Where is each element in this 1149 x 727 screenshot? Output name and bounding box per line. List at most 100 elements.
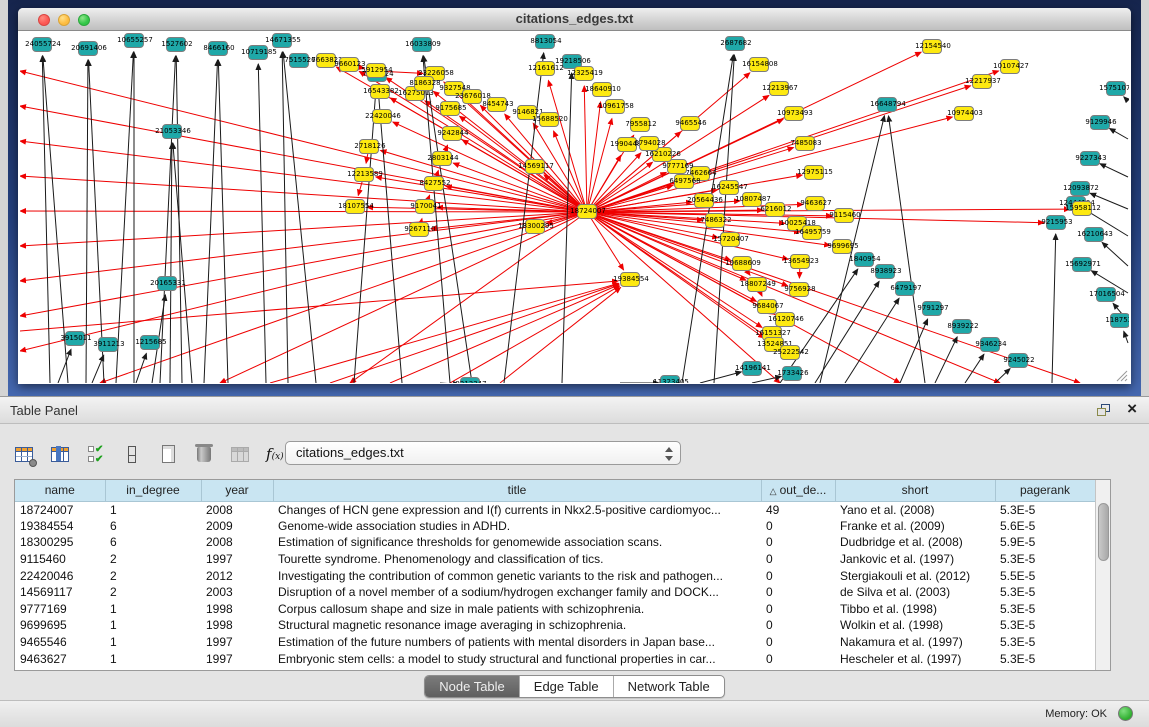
network-node[interactable]: 10107427 — [1000, 59, 1020, 74]
network-node[interactable]: 22420046 — [372, 109, 392, 124]
network-node[interactable]: 9465546 — [680, 116, 700, 131]
network-node[interactable]: 7486322 — [705, 213, 725, 228]
network-node[interactable]: 18300295 — [525, 219, 545, 234]
window-resize-grip[interactable] — [1114, 368, 1128, 382]
network-window-titlebar[interactable]: citations_edges.txt — [18, 8, 1131, 31]
network-node[interactable]: 14196141 — [742, 361, 762, 376]
new-document-icon[interactable] — [158, 445, 180, 465]
network-node[interactable]: 7663822 — [316, 53, 336, 68]
column-header-pagerank[interactable]: pagerank — [995, 480, 1095, 501]
network-node[interactable]: 9175685 — [440, 101, 460, 116]
network-node[interactable]: 13654923 — [790, 254, 810, 269]
network-node[interactable]: 15692971 — [1072, 257, 1092, 272]
network-node[interactable]: 19904485 — [617, 137, 637, 152]
network-node[interactable]: 12093872 — [1070, 181, 1090, 196]
table-header-row[interactable]: namein_degreeyeartitle△out_de...shortpag… — [15, 480, 1095, 501]
network-node[interactable]: 12213967 — [769, 81, 789, 96]
network-node[interactable]: 18107554 — [345, 199, 365, 214]
network-node[interactable]: 24055724 — [32, 37, 52, 52]
network-node[interactable]: 9699695 — [832, 239, 852, 254]
network-node[interactable]: 9791297 — [922, 301, 942, 316]
network-node[interactable]: 16495759 — [802, 225, 822, 240]
network-node[interactable]: 2687682 — [725, 36, 745, 51]
scrollbar-thumb[interactable] — [1098, 503, 1109, 561]
network-node[interactable]: 3911213 — [98, 337, 118, 352]
network-node[interactable]: 15958112 — [1072, 201, 1092, 216]
network-node[interactable]: 6479197 — [895, 281, 915, 296]
table-row[interactable]: 946362711997Embryonic stem cells: a mode… — [15, 650, 1095, 667]
network-node[interactable]: 10688609 — [732, 256, 752, 271]
select-all-icon[interactable]: ✔ ✔ — [86, 445, 108, 465]
table-row[interactable]: 946554611997Estimation of the future num… — [15, 634, 1095, 651]
tab-node-table[interactable]: Node Table — [425, 676, 520, 697]
network-node[interactable]: 7955812 — [630, 117, 650, 132]
network-node[interactable]: 8186328 — [414, 76, 434, 91]
network-node[interactable]: 10961758 — [605, 99, 625, 114]
network-node[interactable]: 1215685 — [140, 335, 160, 350]
network-node[interactable]: 17016504 — [1096, 287, 1116, 302]
network-node[interactable]: 9756928 — [789, 282, 809, 297]
network-node[interactable]: 16033809 — [412, 37, 432, 52]
network-node[interactable]: 20165331 — [157, 276, 177, 291]
network-node[interactable]: 1733426 — [782, 366, 802, 381]
network-node[interactable]: 16245547 — [719, 180, 739, 195]
network-node[interactable]: 21053346 — [162, 124, 182, 139]
network-node[interactable]: 1527602 — [166, 37, 186, 52]
network-node[interactable]: 15720407 — [720, 232, 740, 247]
close-panel-icon[interactable]: × — [1127, 399, 1137, 419]
network-node[interactable]: 6216012 — [765, 202, 785, 217]
network-node[interactable]: 12325419 — [574, 66, 594, 81]
network-node[interactable]: 2803144 — [432, 151, 452, 166]
column-header-out_de[interactable]: △out_de... — [761, 480, 835, 501]
network-node[interactable]: 20564436 — [694, 193, 714, 208]
table-vertical-scrollbar[interactable] — [1095, 480, 1110, 670]
network-node[interactable]: 10807487 — [742, 192, 762, 207]
network-node[interactable]: 8813054 — [535, 34, 555, 49]
network-node[interactable]: 8454743 — [487, 97, 507, 112]
network-node[interactable]: 9660123 — [339, 57, 359, 72]
network-window[interactable]: citations_edges.txt 24055724206914061065… — [18, 8, 1131, 384]
column-header-short[interactable]: short — [835, 480, 995, 501]
network-node[interactable]: 1840954 — [854, 252, 874, 267]
network-node[interactable]: 7485083 — [795, 136, 815, 151]
table-row[interactable]: 1830029562008Estimation of significance … — [15, 534, 1095, 551]
network-node[interactable]: 2718126 — [359, 139, 379, 154]
network-node[interactable]: 1187534 — [1110, 313, 1129, 328]
network-node[interactable]: 9245022 — [1008, 353, 1028, 368]
network-node[interactable]: 9684067 — [757, 299, 777, 314]
column-header-in_degree[interactable]: in_degree — [105, 480, 201, 501]
network-node[interactable]: 8427552 — [424, 176, 444, 191]
network-canvas[interactable]: 2405572420691406106552571527602846616010… — [20, 31, 1129, 383]
column-header-year[interactable]: year — [201, 480, 273, 501]
network-node[interactable]: 9227343 — [1080, 151, 1100, 166]
network-node[interactable]: 15688520 — [539, 112, 559, 127]
network-node[interactable]: 18807249 — [747, 277, 767, 292]
network-node[interactable]: 6794028 — [639, 136, 659, 151]
table-selector-dropdown[interactable]: citations_edges.txt — [285, 441, 681, 465]
table-row[interactable]: 977716911998Corpus callosum shape and si… — [15, 601, 1095, 618]
network-node[interactable]: 9115460 — [834, 208, 854, 223]
network-node[interactable]: 9213347 — [460, 377, 480, 383]
delete-icon[interactable] — [194, 445, 216, 465]
table-settings-icon[interactable] — [14, 445, 36, 465]
table-row[interactable]: 969969511998Structural magnetic resonanc… — [15, 617, 1095, 634]
network-node[interactable]: 9146821 — [517, 105, 537, 120]
network-node[interactable]: 9327548 — [444, 81, 464, 96]
table-row[interactable]: 2242004622012Investigating the contribut… — [15, 567, 1095, 584]
network-node[interactable]: 3915011 — [65, 331, 85, 346]
select-columns-icon[interactable] — [50, 445, 72, 465]
network-node[interactable]: 9129946 — [1090, 115, 1110, 130]
network-node[interactable]: 14569117 — [525, 159, 545, 174]
network-node[interactable]: 5912954 — [366, 63, 386, 78]
table-row[interactable]: 1456911722003Disruption of a novel membe… — [15, 584, 1095, 601]
tab-network-table[interactable]: Network Table — [614, 676, 724, 697]
network-node[interactable]: 12975115 — [804, 165, 824, 180]
network-node[interactable]: 8939222 — [952, 319, 972, 334]
network-node[interactable]: 10973493 — [784, 106, 804, 121]
network-node[interactable]: 16210643 — [1084, 227, 1104, 242]
network-node[interactable]: 11323405 — [660, 375, 680, 383]
network-node[interactable]: 9215953 — [1046, 215, 1066, 230]
network-node[interactable]: 19384554 — [620, 272, 640, 287]
network-node[interactable]: 9267110 — [409, 222, 429, 237]
table-row[interactable]: 1872400712008Changes of HCN gene express… — [15, 501, 1095, 518]
